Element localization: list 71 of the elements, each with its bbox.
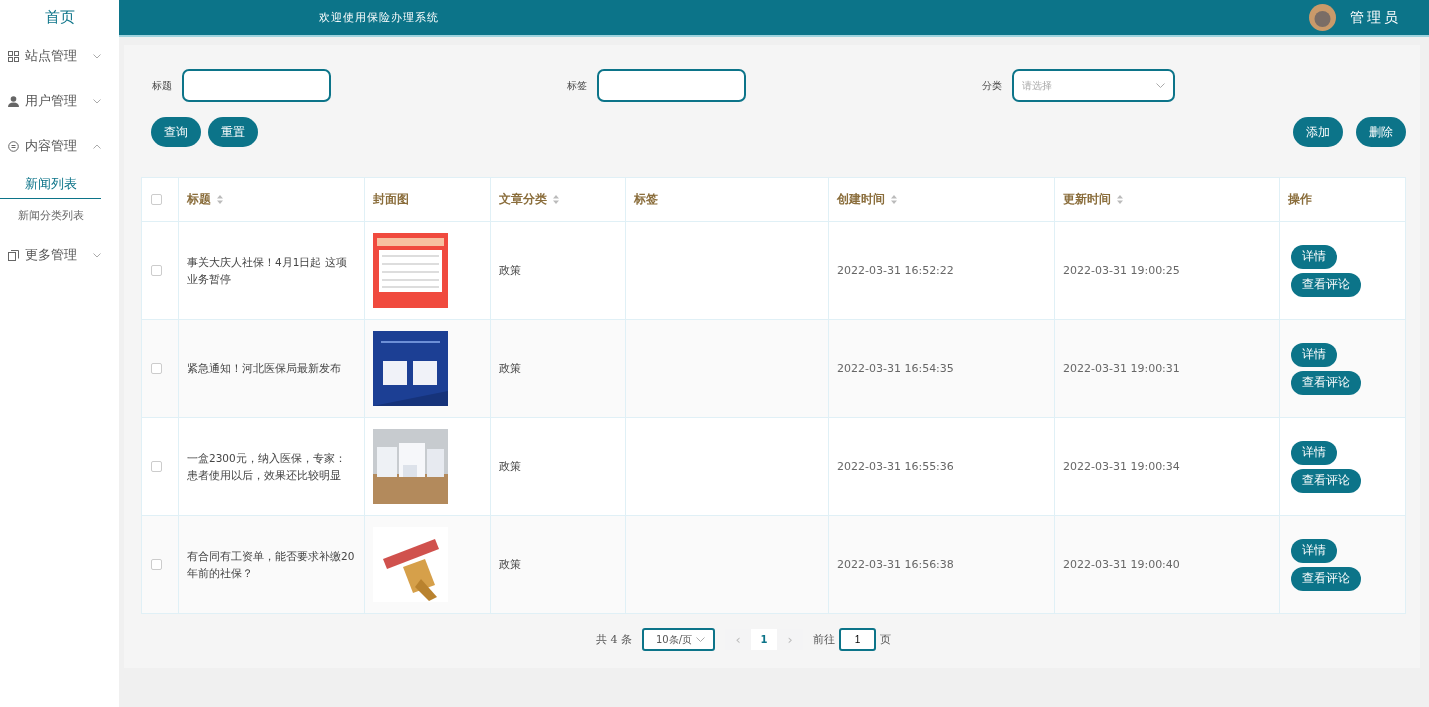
chevron-down-icon: [1156, 83, 1165, 88]
user-icon: [8, 96, 19, 107]
action-button[interactable]: 查询: [151, 117, 201, 147]
table-cell-text: 政策: [499, 557, 521, 572]
menu-item[interactable]: 用户管理: [0, 79, 119, 124]
sort-icon[interactable]: [217, 195, 223, 204]
action-button[interactable]: 添加: [1293, 117, 1343, 147]
avatar-icon: [1309, 4, 1336, 31]
goto-label: 前往: [813, 632, 835, 647]
row-button[interactable]: 详情: [1291, 538, 1337, 563]
page-input[interactable]: 1: [839, 628, 876, 651]
table-cell: 2022-03-31 16:55:36: [837, 460, 954, 473]
checkbox[interactable]: [151, 265, 162, 276]
chat-icon: [8, 141, 19, 152]
table-cell-text: 一盒2300元，纳入医保，专家：患者使用以后，效果还比较明显: [187, 450, 347, 483]
table-cell: 2022-03-31 19:00:25: [1063, 264, 1180, 277]
column-header: 标题: [187, 191, 223, 208]
row-button[interactable]: 查看评论: [1291, 370, 1361, 395]
page-button[interactable]: 1: [751, 629, 777, 650]
submenu-item[interactable]: 新闻分类列表: [0, 199, 101, 233]
column-header: 创建时间: [837, 191, 897, 208]
table-cell: 2022-03-31 19:00:34: [1063, 460, 1180, 473]
table-cell: 2022-03-31 16:54:35: [837, 362, 954, 375]
checkbox[interactable]: [151, 559, 162, 570]
table-cell: 2022-03-31 16:52:22: [837, 264, 954, 277]
column-header: 更新时间: [1063, 191, 1123, 208]
table-cell-text: 事关大庆人社保！4月1日起 这项业务暂停: [187, 254, 348, 287]
table-cell-text: 有合同有工资单，能否要求补缴20年前的社保？: [187, 548, 356, 581]
row-button[interactable]: 查看评论: [1291, 566, 1361, 591]
table-cell: 2022-03-31 16:56:38: [837, 558, 954, 571]
copy-icon: [8, 250, 19, 261]
column-header: 标签: [634, 191, 658, 208]
chevron-down-icon: [696, 637, 705, 642]
sort-icon[interactable]: [1117, 195, 1123, 204]
field-label: 标签: [567, 78, 587, 93]
column-header: 操作: [1288, 191, 1312, 208]
checkbox[interactable]: [151, 194, 162, 205]
app-title: 欢迎使用保险办理系统: [319, 10, 439, 25]
field-label: 分类: [982, 78, 1002, 93]
input-field[interactable]: [182, 69, 331, 102]
action-button[interactable]: 删除: [1356, 117, 1406, 147]
table-cell-text: 政策: [499, 263, 521, 278]
column-header: 封面图: [373, 191, 409, 208]
row-button[interactable]: 查看评论: [1291, 468, 1361, 493]
page-size-select[interactable]: 10条/页: [642, 628, 715, 651]
input-field[interactable]: [597, 69, 746, 102]
table-cell: 2022-03-31 19:00:31: [1063, 362, 1180, 375]
table-cell-text: 紧急通知！河北医保局最新发布: [187, 361, 341, 376]
home-link[interactable]: 首页: [0, 0, 119, 34]
checkbox[interactable]: [151, 461, 162, 472]
row-button[interactable]: 详情: [1291, 440, 1337, 465]
user-name: 管理员: [1350, 8, 1401, 27]
submenu-item[interactable]: 新闻列表: [0, 169, 101, 199]
sort-icon[interactable]: [553, 195, 559, 204]
row-button[interactable]: 详情: [1291, 244, 1337, 269]
table-cell: 2022-03-31 19:00:40: [1063, 558, 1180, 571]
field-label: 标题: [152, 78, 172, 93]
total-count: 共 4 条: [596, 632, 632, 647]
table-cell-text: 政策: [499, 361, 521, 376]
table-cell-text: 政策: [499, 459, 521, 474]
menu-item[interactable]: 站点管理: [0, 34, 119, 79]
grid-icon: [8, 51, 19, 62]
row-button[interactable]: 详情: [1291, 342, 1337, 367]
sort-icon[interactable]: [891, 195, 897, 204]
menu-item[interactable]: 更多管理: [0, 233, 119, 278]
menu-item[interactable]: 内容管理: [0, 124, 119, 169]
page-suffix: 页: [880, 632, 891, 647]
row-button[interactable]: 查看评论: [1291, 272, 1361, 297]
action-button[interactable]: 重置: [208, 117, 258, 147]
column-header: 文章分类: [499, 191, 559, 208]
checkbox[interactable]: [151, 363, 162, 374]
